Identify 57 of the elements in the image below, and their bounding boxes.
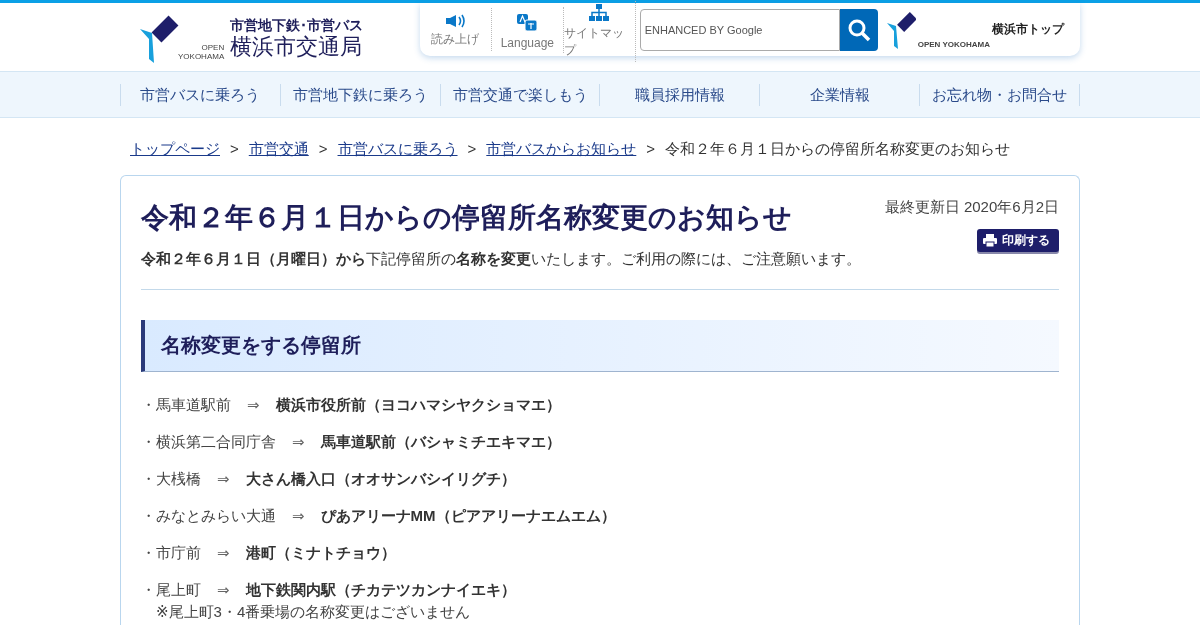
new-stop-name: 横浜市役所前（ヨコハマシヤクショマエ） [275, 395, 561, 415]
logo-icon [885, 10, 916, 49]
logo-title: 横浜市交通局 [230, 34, 364, 60]
new-stop-name: 馬車道駅前（バシャミチエキマエ） [320, 432, 561, 452]
nav-link[interactable]: 市営交通で楽しもう [439, 83, 600, 106]
old-stop-name: ・尾上町 [141, 580, 201, 600]
translate-icon [516, 12, 539, 33]
arrow-symbol: ⇒ [292, 506, 305, 526]
sitemap-icon [589, 3, 610, 22]
city-top-link[interactable]: OPEN YOKOHAMA 横浜市トップ [885, 10, 1064, 49]
arrow-symbol: ⇒ [247, 395, 260, 415]
lead-paragraph: 令和２年６月１日（月曜日）から下記停留所の名称を変更いたします。ご利用の際には、ご注意願います。 [141, 250, 1059, 290]
breadcrumb-separator: > [230, 140, 239, 159]
nav-link[interactable]: お忘れ物・お問合せ [919, 83, 1080, 106]
arrow-symbol: ⇒ [292, 432, 305, 452]
old-stop-name: ・大桟橋 [141, 469, 201, 489]
breadcrumb-link[interactable]: トップページ [130, 140, 220, 159]
old-stop-name: ・横浜第二合同庁舎 [141, 432, 276, 452]
old-stop-name: ・みなとみらい大通 [141, 506, 276, 526]
toolbar-link[interactable]: Language [491, 6, 564, 53]
section-heading: 名称変更をする停留所 [141, 320, 1059, 372]
nav-link[interactable]: 職員採用情報 [599, 83, 760, 106]
breadcrumb-link[interactable]: 市営バスからお知らせ [486, 140, 637, 159]
updated-date: 最終更新日 2020年6月2日 [884, 198, 1059, 217]
logo-tagline: YOKOHAMA [178, 52, 225, 61]
breadcrumb-separator: > [467, 140, 477, 159]
breadcrumb-current: 令和２年６月１日からの停留所名称変更のお知らせ [665, 140, 1011, 159]
logo-subtitle: 市営地下鉄･市営バス [230, 16, 364, 34]
city-top-label: 横浜市トップ [992, 21, 1064, 38]
breadcrumb-separator: > [646, 140, 656, 159]
note-text: ※尾上町3・4番乗場の名称変更はございません [155, 602, 472, 622]
print-button[interactable]: 印刷する [977, 229, 1059, 252]
page-title: 令和２年６月１日からの停留所名称変更のお知らせ [141, 201, 792, 235]
printer-icon [983, 234, 997, 247]
search-button[interactable] [839, 8, 878, 51]
new-stop-name: 大さん橋入口（オオサンバシイリグチ） [245, 469, 516, 489]
breadcrumb-separator: > [318, 140, 328, 159]
new-stop-name: 港町（ミナトチョウ） [245, 543, 396, 563]
arrow-symbol: ⇒ [217, 580, 230, 600]
speaker-icon [445, 14, 466, 28]
toolbar-link[interactable]: 読み上げ [420, 8, 492, 51]
arrow-symbol: ⇒ [217, 469, 230, 489]
new-stop-name: ぴあアリーナMM（ピアアリーナエムエム） [320, 506, 616, 526]
search-field[interactable]: ENHANCED BY Google [639, 8, 840, 51]
nav-link[interactable]: 企業情報 [759, 83, 920, 106]
toolbar-link[interactable]: サイトマップ [563, 0, 636, 62]
nav-link[interactable]: 市営地下鉄に乗ろう [279, 83, 440, 106]
breadcrumb-link[interactable]: 市営バスに乗ろう [337, 140, 458, 159]
old-stop-name: ・市庁前 [141, 543, 201, 563]
breadcrumb-link[interactable]: 市営交通 [248, 140, 309, 159]
logo-tagline: OPEN [201, 43, 225, 52]
search-icon [846, 17, 871, 42]
old-stop-name: ・馬車道駅前 [141, 395, 231, 415]
new-stop-name: 地下鉄関内駅（チカテツカンナイエキ） [245, 580, 516, 600]
arrow-symbol: ⇒ [217, 543, 230, 563]
nav-link[interactable]: 市営バスに乗ろう [120, 83, 280, 106]
logo-tagline: OPEN YOKOHAMA [917, 39, 990, 49]
